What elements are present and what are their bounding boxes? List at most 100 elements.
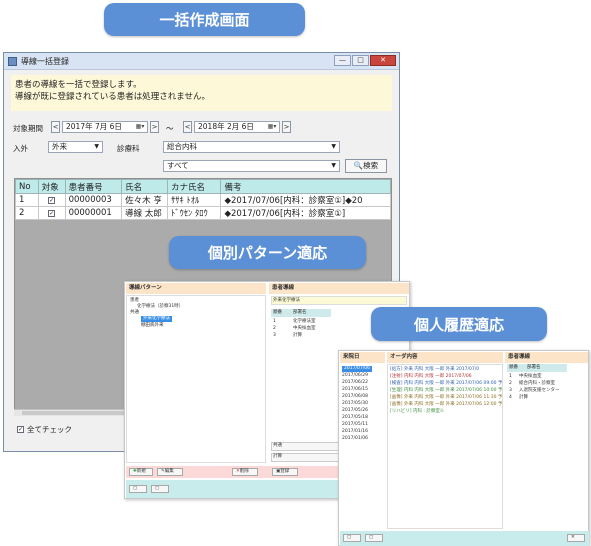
date-from-input[interactable]: 2017年 7月 6日 ▦▾ [62, 121, 148, 133]
col-header: 順番 [509, 365, 518, 370]
register-label: 登録 [280, 469, 290, 474]
search-button[interactable]: 🔍検索 [345, 159, 387, 173]
cell-no: 1 [15, 193, 39, 207]
route-no: 3 [273, 333, 276, 338]
next-from-button[interactable]: > [150, 121, 159, 133]
route-dept: 中央採血室 [293, 326, 316, 331]
visit-date-header: 来院日 [340, 352, 385, 363]
col-header[interactable]: 氏名 [121, 179, 169, 194]
search-icon: 🔍 [353, 161, 364, 170]
pattern-badge: 個別パターン適応 [169, 236, 366, 269]
route-no: 3 [509, 388, 512, 393]
chevron-down-icon: ▼ [94, 143, 99, 150]
order-line: [リハビリ] 内科 : 診察室① [390, 409, 444, 414]
all-checkbox[interactable]: ✓ [17, 426, 24, 433]
row-checkbox[interactable]: ✓ [48, 197, 56, 204]
new-label: 新規 [136, 469, 146, 474]
col-header[interactable]: 対象 [37, 179, 66, 194]
chevron-down-icon: ▼ [331, 143, 336, 150]
tree-item-selected[interactable]: 外来化学療法 [141, 316, 172, 322]
inout-select[interactable]: 外来 ▼ [48, 141, 103, 153]
route-dept: 化学療法室 [293, 319, 316, 324]
pattern-list-header: 導線パターン [126, 283, 266, 294]
next-to-button[interactable]: > [282, 121, 291, 133]
table-row[interactable]: 2 ✓ 00000001 導線 太郎 ﾄﾞｳｾﾝ ﾀﾛｳ ◆2017/07/06… [15, 206, 391, 220]
order-line: [画像] 外来 内科 大阪 一郎 外来 2017/07/06 11:30 予 [390, 395, 503, 400]
notice-line: 患者の導線を一括で登録します。 [15, 80, 142, 90]
order-line: [注射] 内科 内科 大阪 一郎 2017/07/06 [390, 374, 472, 379]
visit-date[interactable]: 2017/07/06 [342, 366, 372, 372]
visit-date[interactable]: 2017/06/22 [342, 380, 368, 386]
visit-date[interactable]: 2017/01/16 [342, 429, 368, 435]
route-sub: 計算 [273, 454, 282, 459]
notice-line: 導線が既に登録されている患者は処理されません。 [15, 92, 210, 102]
route-no: 2 [509, 381, 512, 386]
period-label: 対象期間 [13, 124, 43, 133]
col-header: 部署名 [293, 310, 307, 315]
dept-select[interactable]: 総合内科 ▼ [163, 141, 340, 153]
chevron-down-icon: ▼ [331, 162, 336, 169]
route-dept: 入退院支援センター [519, 388, 560, 393]
route-dept: 計算 [293, 333, 302, 338]
dept-label: 診療科 [117, 144, 140, 153]
tree-item[interactable]: 共通 [130, 310, 139, 316]
all-check[interactable]: ✓ 全てチェック [17, 424, 72, 435]
col-header: 部署名 [527, 365, 541, 370]
route-dept: 計算 [519, 395, 528, 400]
col-header[interactable]: 備考 [220, 179, 391, 194]
visit-date[interactable]: 2017/05/30 [342, 401, 368, 407]
cell-name: 佐々木 亨 [121, 193, 169, 207]
col-header[interactable]: 患者番号 [64, 179, 123, 194]
visit-date[interactable]: 2017/06/29 [342, 373, 368, 379]
cell-kana: ｻｻｷ ﾄｵﾙ [167, 193, 222, 207]
dept-value: 総合内科 [167, 142, 197, 151]
delete-button[interactable]: ✕削除 [232, 468, 258, 476]
order-line: [生理] 内科 内科 大阪 一郎 外来 2017/07/06 10:00 予 [390, 388, 503, 393]
tree-item[interactable]: 棚田病外来 [141, 323, 164, 329]
sub-select[interactable]: すべて ▼ [163, 160, 340, 172]
order-line: [検査] 内科 内科 大阪 一郎 外来 2017/07/06 09:00 予 [390, 381, 503, 386]
minimize-button[interactable]: — [334, 55, 351, 66]
cell-name: 導線 太郎 [121, 206, 169, 220]
edit-button[interactable]: ✎編集 [157, 468, 183, 476]
footer-button[interactable]: ▢ [365, 534, 383, 542]
patient-route-header: 患者導線 [269, 283, 409, 294]
prev-to-button[interactable]: < [183, 121, 192, 133]
cell-no: 2 [15, 206, 39, 220]
col-header: 順番 [273, 310, 282, 315]
history-badge: 個人履歴適応 [371, 307, 547, 341]
order-header: オーダ内容 [387, 352, 503, 363]
row-checkbox[interactable]: ✓ [48, 210, 56, 217]
col-header[interactable]: カナ氏名 [167, 179, 222, 194]
order-line: [処方] 外来 内科 大阪 一郎 外来 2017/07/0 [390, 367, 480, 372]
notice-panel: 患者の導線を一括で登録します。 導線が既に登録されている患者は処理されません。 [11, 75, 392, 111]
maximize-button[interactable]: □ [352, 55, 369, 66]
route-no: 1 [273, 319, 276, 324]
footer-button[interactable]: ▢ [129, 485, 147, 493]
app-icon [8, 56, 17, 66]
visit-date[interactable]: 2017/05/18 [342, 415, 368, 421]
visit-date[interactable]: 2017/06/15 [342, 387, 368, 393]
close-tool-button[interactable]: ✕ [567, 534, 585, 542]
visit-date[interactable]: 2017/05/26 [342, 408, 368, 414]
sub-value: すべて [167, 161, 189, 170]
footer-button[interactable]: ▢ [343, 534, 361, 542]
close-button[interactable]: ✕ [370, 55, 396, 66]
history-window: 来院日 オーダ内容 患者導線 2017/07/06 2017/06/29 201… [338, 350, 589, 546]
bulk-create-badge: 一括作成画面 [104, 3, 305, 36]
visit-date[interactable]: 2017/05/11 [342, 422, 368, 428]
route-sub: 共通 [273, 443, 282, 448]
prev-from-button[interactable]: < [51, 121, 60, 133]
visit-date[interactable]: 2017/01/06 [342, 436, 368, 442]
range-tilde: 〜 [166, 124, 174, 133]
tree-item[interactable]: 化学療法（診察31時） [137, 304, 183, 310]
date-to-input[interactable]: 2018年 2月 6日 ▦▾ [194, 121, 280, 133]
table-row[interactable]: 1 ✓ 00000003 佐々木 亨 ｻｻｷ ﾄｵﾙ ◆2017/07/06[内… [15, 193, 391, 207]
calendar-icon[interactable]: ▦▾ [134, 123, 146, 131]
visit-date[interactable]: 2017/06/08 [342, 394, 368, 400]
col-header[interactable]: No [15, 179, 39, 194]
footer-button[interactable]: ▢ [151, 485, 169, 493]
calendar-icon[interactable]: ▦▾ [266, 123, 278, 131]
new-button[interactable]: ✚新規 [129, 468, 153, 476]
register-button[interactable]: ▣登録 [272, 468, 298, 476]
